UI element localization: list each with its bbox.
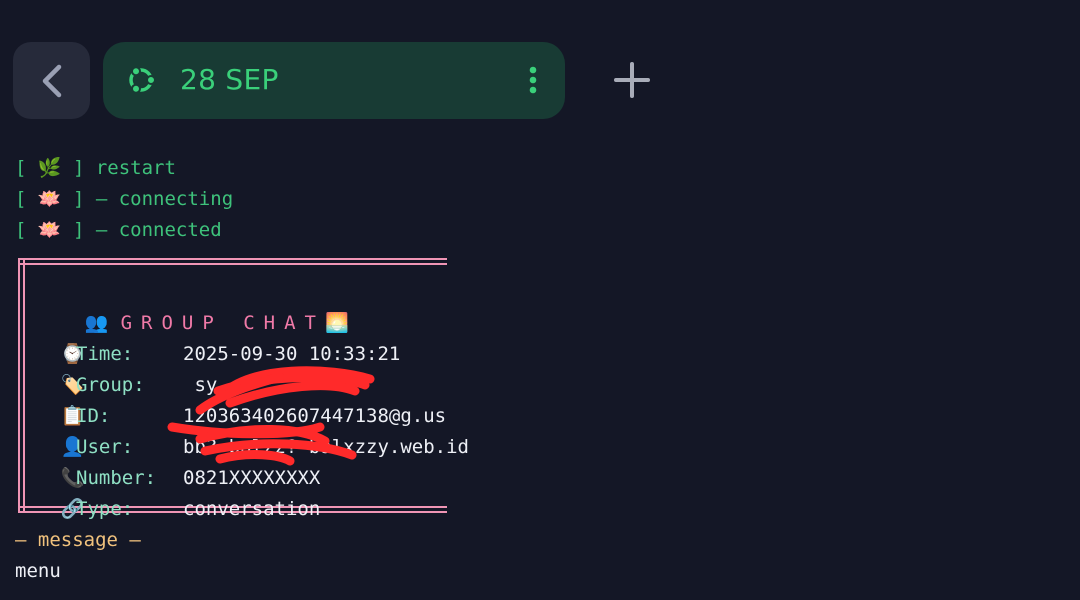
card-heading-text: GROUP CHAT [120,312,325,334]
ubuntu-icon [129,66,156,94]
card-row-type: 🔗 Type: conversation [38,463,320,525]
card-heading: 👥 GROUP CHAT🌅 [62,277,349,339]
log-line-restart: [ 🌿 ] restart [15,157,176,179]
more-vertical-icon[interactable] [523,66,543,96]
session-tab[interactable]: 28 SEP [103,42,565,119]
log-line-connecting: [ 🪷 ] — connecting [15,188,234,210]
add-tab-button[interactable] [610,58,654,102]
message-text: menu [15,560,61,582]
card-frame-left [18,258,25,513]
sunrise-icon: 🌅 [324,312,349,334]
back-button[interactable] [13,42,90,119]
tab-title: 28 SEP [180,63,279,96]
message-header: — message — [15,529,141,551]
card-frame-top [18,258,447,265]
chevron-left-icon [42,64,61,97]
log-line-connected: [ 🪷 ] — connected [15,219,222,241]
redaction-scribble [167,366,375,466]
